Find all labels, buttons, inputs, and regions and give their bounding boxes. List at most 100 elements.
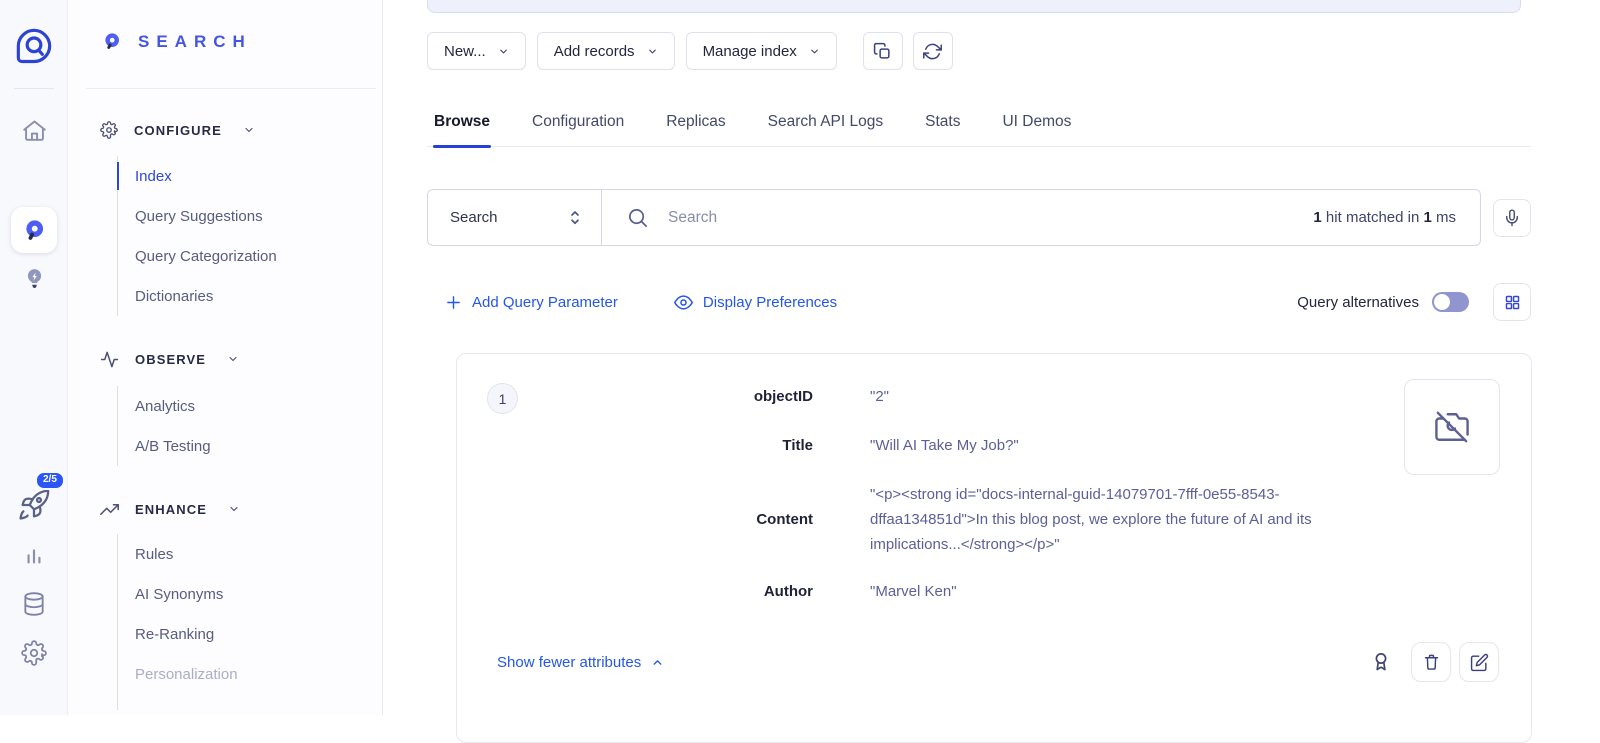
tab-replicas[interactable]: Replicas bbox=[665, 103, 726, 146]
index-tabs: Browse Configuration Replicas Search API… bbox=[427, 103, 1531, 147]
hits-count: 1 bbox=[1313, 209, 1321, 226]
tab-stats[interactable]: Stats bbox=[924, 103, 961, 146]
query-alternatives-toggle[interactable] bbox=[1432, 292, 1469, 312]
sidebar-item-query-suggestions[interactable]: Query Suggestions bbox=[135, 196, 277, 236]
tab-browse[interactable]: Browse bbox=[433, 103, 491, 146]
hit-card: 1 objectID "2" Title "Will AI Take My Jo… bbox=[456, 353, 1532, 743]
sidebar-item-personalization[interactable]: Personalization bbox=[135, 654, 238, 694]
recommend-lightbulb-icon[interactable] bbox=[22, 266, 47, 294]
product-name: SEARCH bbox=[138, 32, 252, 52]
section-enhance[interactable]: ENHANCE bbox=[100, 499, 240, 519]
sidebar-item-index[interactable]: Index bbox=[135, 156, 277, 196]
add-records-button[interactable]: Add records bbox=[537, 32, 675, 70]
chevron-down-icon bbox=[498, 46, 509, 57]
edit-button[interactable] bbox=[1459, 642, 1499, 682]
attribute-row-objectid: objectID "2" bbox=[497, 384, 1499, 409]
enhance-items: Rules AI Synonyms Re-Ranking Personaliza… bbox=[117, 534, 238, 710]
display-preferences-link[interactable]: Display Preferences bbox=[674, 293, 837, 312]
tab-search-api-logs[interactable]: Search API Logs bbox=[767, 103, 884, 146]
attribute-row-title: Title "Will AI Take My Job?" bbox=[497, 433, 1499, 458]
rail-divider bbox=[14, 88, 54, 89]
attribute-value: "Will AI Take My Job?" bbox=[870, 433, 1397, 458]
sidebar-item-ai-synonyms[interactable]: AI Synonyms bbox=[135, 574, 238, 614]
chevron-down-icon bbox=[243, 124, 255, 136]
sort-chevrons-icon bbox=[566, 208, 584, 228]
trash-icon bbox=[1422, 653, 1441, 672]
hits-status: 1 hit matched in 1 ms bbox=[1313, 209, 1456, 226]
new-button[interactable]: New... bbox=[427, 32, 526, 70]
refresh-button[interactable] bbox=[913, 32, 953, 70]
gear-icon[interactable] bbox=[21, 640, 47, 666]
show-fewer-attributes-link[interactable]: Show fewer attributes bbox=[497, 654, 664, 671]
algolia-logo-icon[interactable] bbox=[14, 26, 54, 66]
search-magnifier-icon bbox=[101, 31, 123, 53]
attribute-row-author: Author "Marvel Ken" bbox=[497, 579, 1499, 604]
sidebar-item-rules[interactable]: Rules bbox=[135, 534, 238, 574]
query-alternatives-label: Query alternatives bbox=[1297, 294, 1419, 311]
manage-index-label: Manage index bbox=[703, 43, 797, 60]
refresh-icon bbox=[923, 42, 942, 61]
copy-icon bbox=[873, 42, 892, 61]
query-controls-row: Add Query Parameter Display Preferences … bbox=[427, 280, 1531, 324]
rank-badge: 1 bbox=[487, 383, 518, 414]
show-fewer-label: Show fewer attributes bbox=[497, 654, 641, 671]
copy-button[interactable] bbox=[863, 32, 903, 70]
toggle-knob bbox=[1434, 294, 1450, 310]
search-mode-select[interactable]: Search bbox=[428, 190, 602, 245]
sidebar-divider bbox=[86, 88, 376, 89]
active-item-bar bbox=[117, 162, 119, 190]
attribute-name: Title bbox=[497, 436, 813, 456]
tab-configuration[interactable]: Configuration bbox=[531, 103, 625, 146]
attribute-value: "2" bbox=[870, 384, 1397, 409]
attribute-name: Author bbox=[497, 582, 813, 602]
search-bar: Search 1 hit matched in 1 ms bbox=[427, 189, 1481, 246]
sidebar-item-analytics[interactable]: Analytics bbox=[135, 386, 211, 426]
usage-badge: 2/5 bbox=[35, 471, 65, 490]
section-configure[interactable]: CONFIGURE bbox=[100, 120, 255, 140]
search-icon bbox=[626, 206, 649, 229]
delete-button[interactable] bbox=[1411, 642, 1451, 682]
section-label: OBSERVE bbox=[135, 352, 206, 367]
configure-items: Index Query Suggestions Query Categoriza… bbox=[117, 156, 277, 316]
add-query-parameter-link[interactable]: Add Query Parameter bbox=[445, 294, 618, 311]
home-icon[interactable] bbox=[21, 117, 48, 144]
observe-items: Analytics A/B Testing bbox=[117, 386, 211, 466]
new-button-label: New... bbox=[444, 43, 486, 60]
promote-button[interactable] bbox=[1369, 649, 1393, 675]
search-product-nav-active[interactable] bbox=[11, 207, 57, 253]
main-content: New... Add records Manage index bbox=[427, 0, 1531, 715]
grid-icon bbox=[1504, 294, 1521, 311]
index-toolbar: New... Add records Manage index bbox=[427, 32, 953, 70]
attribute-name: Content bbox=[497, 510, 813, 530]
hits-text: hit matched in bbox=[1322, 209, 1424, 226]
microphone-icon bbox=[1503, 208, 1521, 228]
plus-icon bbox=[445, 294, 462, 311]
chevron-down-icon bbox=[647, 46, 658, 57]
edit-icon bbox=[1470, 653, 1489, 672]
sidebar-item-dictionaries[interactable]: Dictionaries bbox=[135, 276, 277, 316]
section-label: ENHANCE bbox=[135, 502, 207, 517]
tab-ui-demos[interactable]: UI Demos bbox=[1001, 103, 1072, 146]
display-preferences-label: Display Preferences bbox=[703, 294, 837, 311]
eye-icon bbox=[674, 293, 693, 312]
manage-index-button[interactable]: Manage index bbox=[686, 32, 837, 70]
rocket-icon[interactable] bbox=[17, 488, 51, 522]
chevron-down-icon bbox=[809, 46, 820, 57]
search-input[interactable] bbox=[666, 208, 1296, 228]
sidebar-item-re-ranking[interactable]: Re-Ranking bbox=[135, 614, 238, 654]
section-observe[interactable]: OBSERVE bbox=[100, 349, 239, 369]
gear-icon bbox=[100, 121, 118, 139]
grid-view-button[interactable] bbox=[1493, 283, 1531, 321]
app-rail: 2/5 bbox=[0, 0, 68, 715]
search-mode-value: Search bbox=[450, 209, 498, 226]
analytics-bars-icon[interactable] bbox=[21, 544, 47, 570]
sidebar-item-ab-testing[interactable]: A/B Testing bbox=[135, 426, 211, 466]
voice-search-button[interactable] bbox=[1493, 199, 1531, 237]
attribute-row-content: Content "<p><strong id="docs-internal-gu… bbox=[497, 482, 1499, 557]
add-records-label: Add records bbox=[554, 43, 635, 60]
hits-time: 1 bbox=[1423, 209, 1431, 226]
sidebar: SEARCH CONFIGURE Index Query Suggestions… bbox=[68, 0, 383, 715]
add-query-parameter-label: Add Query Parameter bbox=[472, 294, 618, 311]
sidebar-item-query-categorization[interactable]: Query Categorization bbox=[135, 236, 277, 276]
database-icon[interactable] bbox=[21, 590, 47, 618]
